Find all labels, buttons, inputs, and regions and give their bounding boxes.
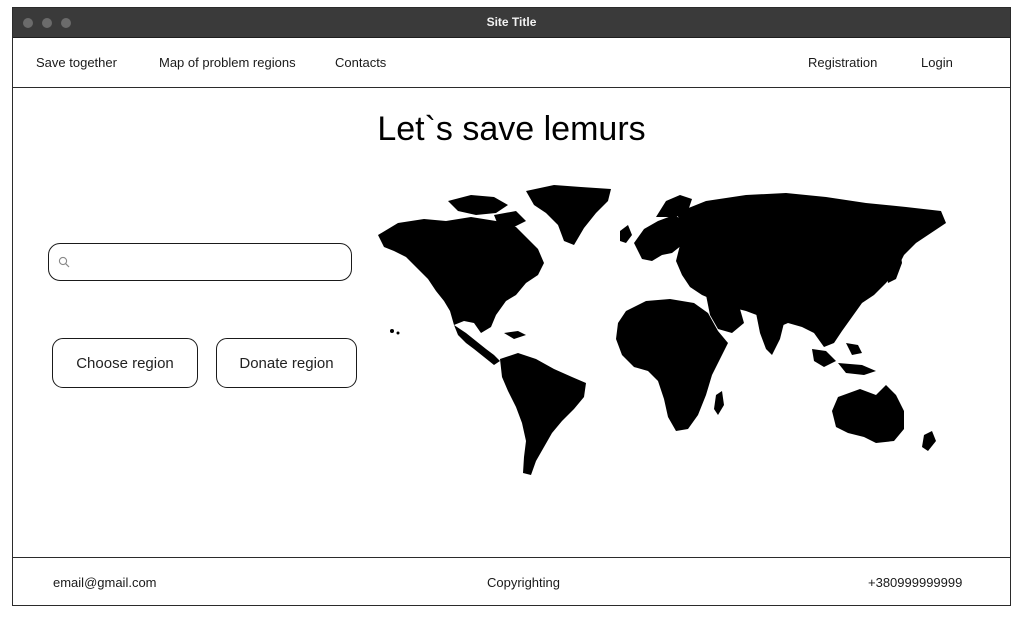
donate-region-button[interactable]: Donate region bbox=[216, 338, 357, 388]
nav-registration[interactable]: Registration bbox=[808, 55, 877, 70]
main-content: Let`s save lemurs Choose region Donate r… bbox=[13, 88, 1010, 558]
search-field[interactable] bbox=[48, 243, 352, 281]
footer-phone[interactable]: +380999999999 bbox=[868, 575, 962, 590]
browser-window: Site Title Save together Map of problem … bbox=[12, 7, 1011, 606]
window-title: Site Title bbox=[486, 15, 537, 29]
footer-email[interactable]: email@gmail.com bbox=[53, 575, 157, 590]
footer: email@gmail.com Copyrighting +3809999999… bbox=[13, 557, 1010, 607]
footer-copyright: Copyrighting bbox=[487, 575, 560, 590]
world-map-icon bbox=[378, 185, 946, 475]
nav-map-of-problem-regions[interactable]: Map of problem regions bbox=[159, 55, 296, 70]
choose-region-button[interactable]: Choose region bbox=[52, 338, 198, 388]
top-nav: Save together Map of problem regions Con… bbox=[13, 38, 1010, 88]
page-headline: Let`s save lemurs bbox=[377, 110, 646, 148]
title-bar: Site Title bbox=[13, 8, 1010, 38]
nav-login[interactable]: Login bbox=[921, 55, 953, 70]
search-input[interactable] bbox=[77, 250, 349, 276]
search-icon bbox=[58, 256, 70, 268]
nav-contacts[interactable]: Contacts bbox=[335, 55, 386, 70]
nav-save-together[interactable]: Save together bbox=[36, 55, 117, 70]
